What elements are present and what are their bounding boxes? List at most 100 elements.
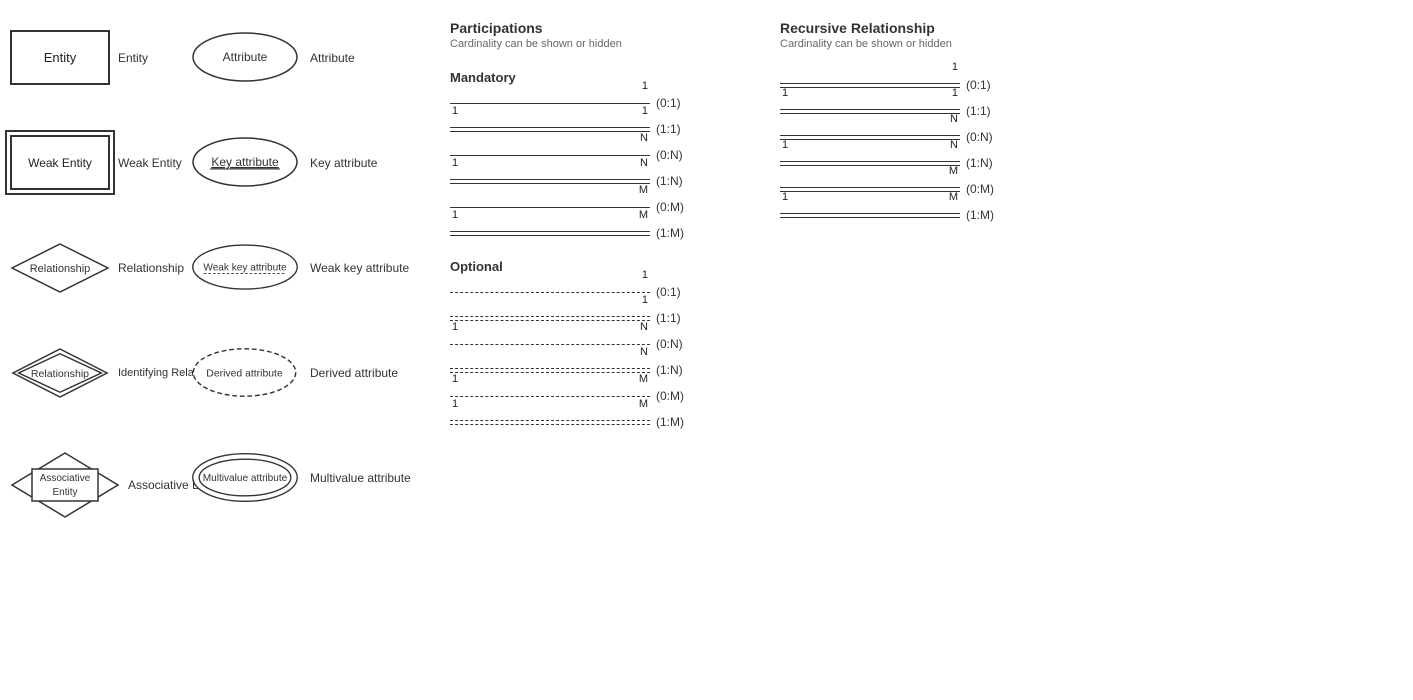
- mandatory-row-1: 1 1 (1:1): [450, 119, 750, 139]
- svg-text:Multivalue attribute: Multivalue attribute: [203, 473, 288, 484]
- rec-row-0: 1 (0:1): [780, 75, 1060, 95]
- optional-row-2: 1 N (0:N): [450, 334, 750, 354]
- weak-entity-item: Weak Entity Weak Entity: [10, 125, 170, 200]
- svg-text:Relationship: Relationship: [31, 367, 89, 379]
- rec-row-5: 1 M (1:M): [780, 205, 1060, 225]
- cardinality-0-1-mandatory: (0:1): [656, 96, 696, 110]
- rec-cardinality-0-m: (0:M): [966, 182, 1006, 196]
- cardinality-1-n-mandatory: (1:N): [656, 174, 696, 188]
- rec-line-5: 1 M: [780, 205, 960, 225]
- rec-cardinality-1-m: (1:M): [966, 208, 1006, 222]
- mandatory-row-2: N (0:N): [450, 145, 750, 165]
- weak-key-attribute-shape: Weak key attribute: [190, 240, 300, 295]
- relationship-item: Relationship Relationship: [10, 230, 170, 305]
- rec-line-1: 1 1: [780, 101, 960, 121]
- opt-line-2: 1 N: [450, 334, 650, 354]
- weak-entity-label: Weak Entity: [118, 156, 182, 170]
- cardinality-1-1-mandatory: (1:1): [656, 122, 696, 136]
- entity-shape-label: entity: [44, 50, 77, 65]
- weak-entity-shape-label: Weak Entity: [28, 156, 92, 170]
- participations-panel: Participations Cardinality can be shown …: [450, 20, 750, 680]
- rec-cardinality-1-n: (1:N): [966, 156, 1006, 170]
- identifying-relationship-item: Relationship Identifying Relationship: [10, 335, 170, 410]
- relationship-shape: Relationship: [10, 240, 110, 295]
- opt-line-3: N: [450, 360, 650, 380]
- cardinality-opt-1-1: (1:1): [656, 311, 696, 325]
- optional-row-0: 1 (0:1): [450, 282, 750, 302]
- key-attribute-item: Key attribute Key attribute: [190, 125, 430, 200]
- recursive-title: Recursive Relationship: [780, 20, 1060, 36]
- recursive-subtitle: Cardinality can be shown or hidden: [780, 38, 1060, 50]
- part-line-5: 1 M: [450, 223, 650, 243]
- part-line-0: 1: [450, 93, 650, 113]
- part-line-1: 1 1: [450, 119, 650, 139]
- rec-row-1: 1 1 (1:1): [780, 101, 1060, 121]
- derived-attribute-label: Derived attribute: [310, 366, 398, 380]
- mandatory-row-0: 1 (0:1): [450, 93, 750, 113]
- rec-cardinality-0-1: (0:1): [966, 78, 1006, 92]
- optional-row-4: 1 M (0:M): [450, 386, 750, 406]
- cardinality-opt-0-1: (0:1): [656, 285, 696, 299]
- attribute-shape: Attribute: [190, 30, 300, 85]
- participations-title: Participations: [450, 20, 750, 36]
- rec-row-4: M (0:M): [780, 179, 1060, 199]
- part-line-3: 1 N: [450, 171, 650, 191]
- derived-attribute-shape: Derived attribute: [190, 345, 300, 400]
- svg-text:Associative: Associative: [40, 473, 91, 484]
- associative-entity-item: Associative Entity Associative Entity: [10, 440, 170, 530]
- rec-line-3: 1 N: [780, 153, 960, 173]
- svg-text:Relationship: Relationship: [30, 263, 91, 275]
- multivalue-attribute-shape: Multivalue attribute: [190, 450, 300, 505]
- key-attribute-shape: Key attribute: [190, 135, 300, 190]
- rec-line-4: M: [780, 179, 960, 199]
- optional-title: Optional: [450, 259, 750, 274]
- opt-line-4: 1 M: [450, 386, 650, 406]
- optional-row-3: N (1:N): [450, 360, 750, 380]
- cardinality-opt-1-m: (1:M): [656, 415, 696, 429]
- rec-line-0: 1: [780, 75, 960, 95]
- weak-key-attribute-item: Weak key attribute Weak key attribute: [190, 230, 430, 305]
- optional-row-5: 1 M (1:M): [450, 412, 750, 432]
- svg-text:Weak key attribute: Weak key attribute: [203, 263, 287, 274]
- cardinality-opt-1-n: (1:N): [656, 363, 696, 377]
- cardinality-0-n-mandatory: (0:N): [656, 148, 696, 162]
- weak-entity-shape: Weak Entity: [10, 135, 110, 190]
- identifying-relationship-shape: Relationship: [10, 345, 110, 400]
- svg-text:Key attribute: Key attribute: [211, 155, 279, 169]
- rec-row-3: 1 N (1:N): [780, 153, 1060, 173]
- attribute-label: Attribute: [310, 51, 355, 65]
- weak-key-attribute-label: Weak key attribute: [310, 261, 409, 275]
- mandatory-row-5: 1 M (1:M): [450, 223, 750, 243]
- opt-line-0: 1: [450, 282, 650, 302]
- optional-row-1: 1 (1:1): [450, 308, 750, 328]
- entity-label: Entity: [118, 51, 148, 65]
- cardinality-opt-0-m: (0:M): [656, 389, 696, 403]
- mandatory-row-4: M (0:M): [450, 197, 750, 217]
- recursive-panel: Recursive Relationship Cardinality can b…: [780, 20, 1060, 680]
- rec-cardinality-1-1: (1:1): [966, 104, 1006, 118]
- cardinality-0-m-mandatory: (0:M): [656, 200, 696, 214]
- opt-line-1: 1: [450, 308, 650, 328]
- key-attribute-label: Key attribute: [310, 156, 377, 170]
- svg-text:Derived attribute: Derived attribute: [206, 368, 283, 379]
- svg-text:Entity: Entity: [52, 487, 77, 498]
- associative-entity-shape: Associative Entity: [10, 453, 120, 518]
- rec-line-2: N: [780, 127, 960, 147]
- cardinality-1-m-mandatory: (1:M): [656, 226, 696, 240]
- multivalue-attribute-label: Multivalue attribute: [310, 471, 411, 485]
- cardinality-opt-0-n: (0:N): [656, 337, 696, 351]
- entity-shape: entity: [10, 30, 110, 85]
- svg-text:Attribute: Attribute: [223, 50, 268, 64]
- derived-attribute-item: Derived attribute Derived attribute: [190, 335, 430, 410]
- part-line-4: M: [450, 197, 650, 217]
- part-line-2: N: [450, 145, 650, 165]
- rec-row-2: N (0:N): [780, 127, 1060, 147]
- participations-subtitle: Cardinality can be shown or hidden: [450, 38, 750, 50]
- opt-line-5: 1 M: [450, 412, 650, 432]
- mandatory-title: Mandatory: [450, 70, 750, 85]
- rec-cardinality-0-n: (0:N): [966, 130, 1006, 144]
- multivalue-attribute-item: Multivalue attribute Multivalue attribut…: [190, 440, 430, 515]
- relationship-label: Relationship: [118, 261, 184, 275]
- mandatory-row-3: 1 N (1:N): [450, 171, 750, 191]
- entity-item: entity Entity: [10, 20, 170, 95]
